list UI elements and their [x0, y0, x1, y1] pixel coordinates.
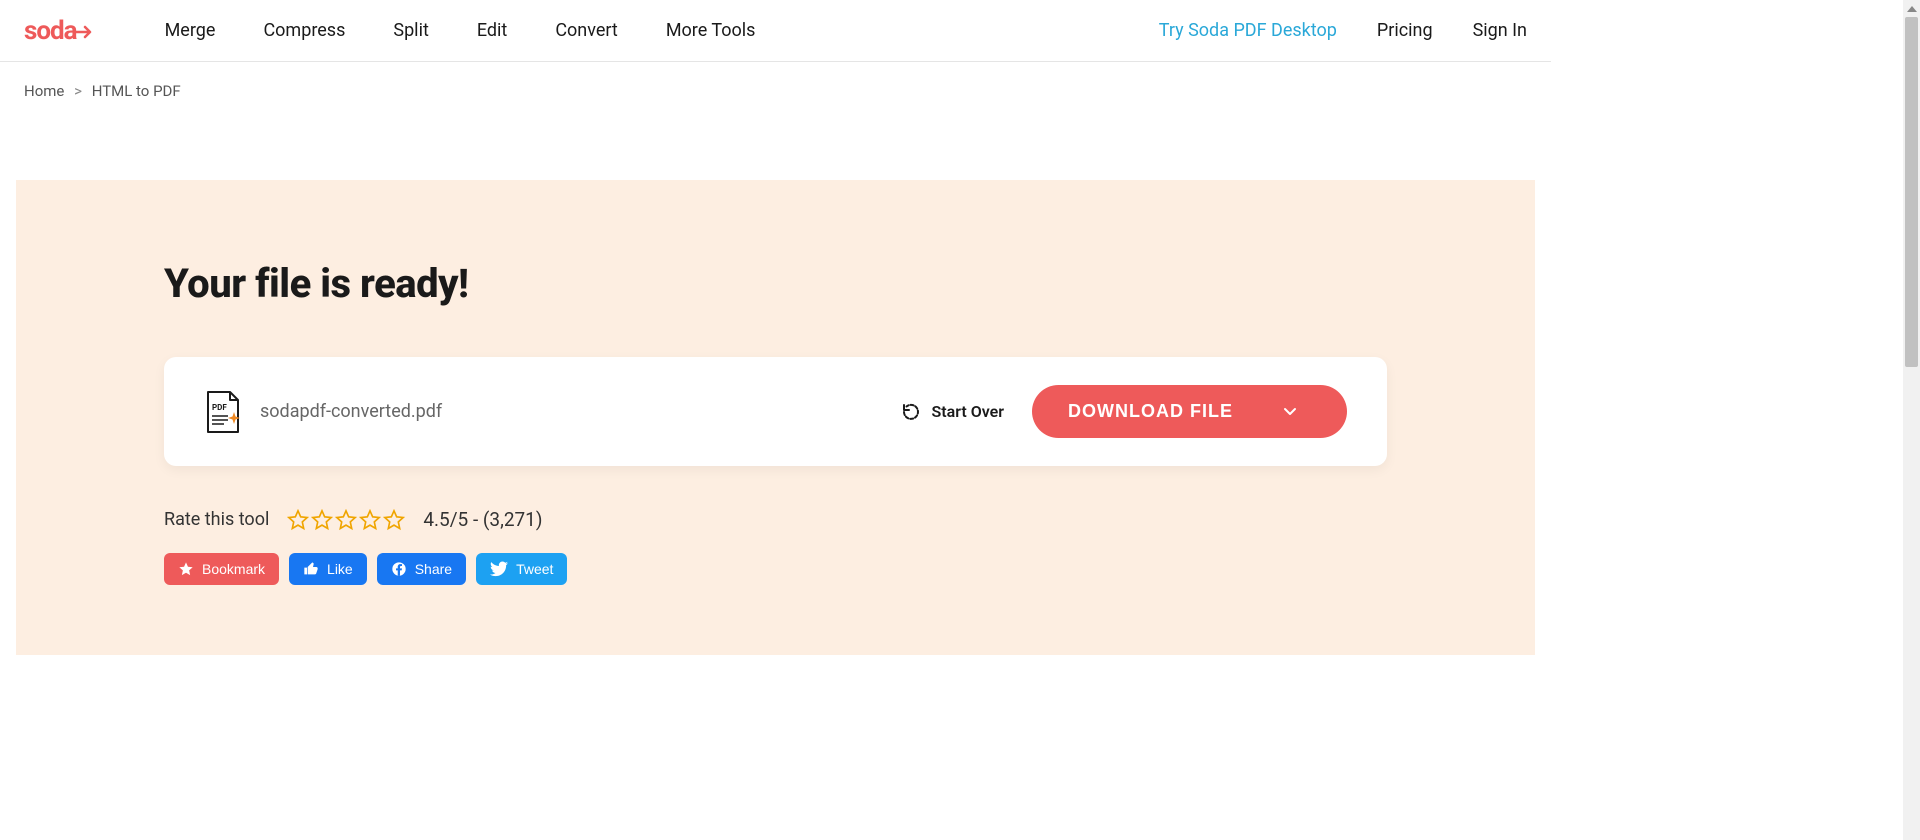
logo[interactable]: soda: [24, 16, 93, 46]
star-icon[interactable]: [287, 509, 309, 531]
filename: sodapdf-converted.pdf: [260, 401, 442, 422]
share-label: Share: [415, 561, 452, 577]
like-button[interactable]: Like: [289, 553, 367, 585]
nav: Merge Compress Split Edit Convert More T…: [165, 20, 756, 41]
nav-convert[interactable]: Convert: [555, 20, 618, 41]
tweet-button[interactable]: Tweet: [476, 553, 567, 585]
nav-merge[interactable]: Merge: [165, 20, 216, 41]
pdf-file-icon: PDF: [204, 390, 242, 434]
star-filled-icon: [178, 561, 194, 577]
star-icon[interactable]: [359, 509, 381, 531]
bookmark-button[interactable]: Bookmark: [164, 553, 279, 585]
arrow-right-icon: [75, 25, 93, 39]
nav-more-tools[interactable]: More Tools: [666, 20, 756, 41]
thumbs-up-icon: [303, 561, 319, 577]
star-icon[interactable]: [383, 509, 405, 531]
svg-text:PDF: PDF: [212, 403, 227, 412]
share-button[interactable]: Share: [377, 553, 466, 585]
download-button[interactable]: DOWNLOAD FILE: [1032, 385, 1347, 438]
pricing-link[interactable]: Pricing: [1377, 20, 1433, 41]
file-card: PDF sodapdf-converted.pdf Start Over: [164, 357, 1387, 466]
main-panel: Your file is ready! PDF sodapdf-converte…: [16, 180, 1535, 655]
rating-row: Rate this tool 4.5/5 - (3,271): [164, 508, 1387, 531]
star-rating[interactable]: [287, 509, 405, 531]
start-over-label: Start Over: [931, 402, 1004, 421]
rating-score: 4.5/5 - (3,271): [423, 508, 542, 531]
restart-icon: [901, 402, 921, 422]
nav-compress[interactable]: Compress: [263, 20, 345, 41]
download-label: DOWNLOAD FILE: [1068, 401, 1233, 422]
breadcrumb: Home > HTML to PDF: [0, 62, 1551, 120]
file-card-actions: Start Over DOWNLOAD FILE: [901, 385, 1347, 438]
scroll-up-icon[interactable]: [1903, 0, 1920, 17]
tweet-label: Tweet: [516, 561, 553, 577]
breadcrumb-current[interactable]: HTML to PDF: [92, 82, 181, 100]
signin-link[interactable]: Sign In: [1473, 20, 1527, 41]
chevron-down-icon: [1283, 407, 1297, 417]
bookmark-label: Bookmark: [202, 561, 265, 577]
page-title: Your file is ready!: [164, 260, 1387, 307]
logo-text: soda: [24, 16, 77, 46]
nav-edit[interactable]: Edit: [477, 20, 507, 41]
social-row: Bookmark Like Share Tweet: [164, 553, 1387, 585]
breadcrumb-home[interactable]: Home: [24, 82, 64, 100]
scroll-thumb[interactable]: [1905, 17, 1918, 367]
header-right: Try Soda PDF Desktop Pricing Sign In: [1159, 20, 1527, 41]
breadcrumb-separator: >: [74, 82, 82, 100]
try-desktop-link[interactable]: Try Soda PDF Desktop: [1159, 20, 1337, 41]
start-over-button[interactable]: Start Over: [901, 402, 1004, 422]
header: soda Merge Compress Split Edit Convert M…: [0, 0, 1551, 62]
star-icon[interactable]: [311, 509, 333, 531]
nav-split[interactable]: Split: [393, 20, 428, 41]
star-icon[interactable]: [335, 509, 357, 531]
facebook-icon: [391, 561, 407, 577]
twitter-icon: [490, 561, 508, 577]
scrollbar[interactable]: [1903, 0, 1920, 840]
like-label: Like: [327, 561, 353, 577]
rate-label: Rate this tool: [164, 509, 269, 530]
